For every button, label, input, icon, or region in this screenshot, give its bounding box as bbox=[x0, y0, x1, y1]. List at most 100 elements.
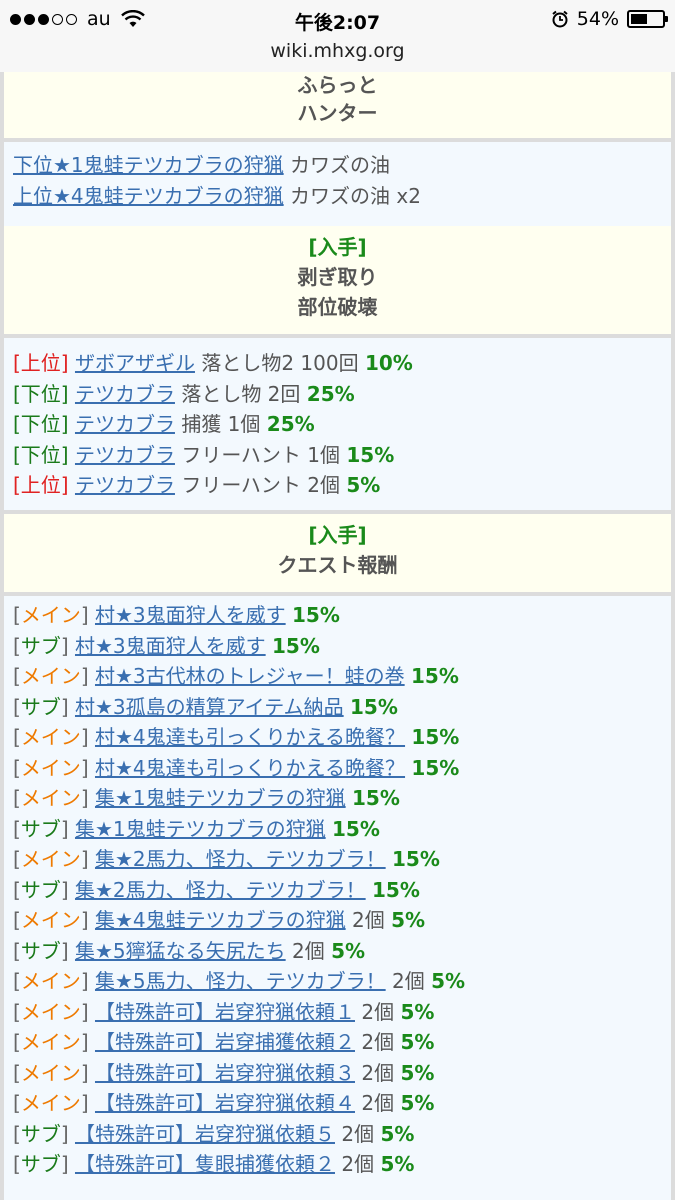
reward-row: [メイン] 集★1鬼蛙テツカブラの狩猟 15% bbox=[13, 783, 671, 814]
reward-count: 2個 bbox=[341, 1152, 375, 1176]
bracket: ] bbox=[60, 816, 69, 841]
bracket: [ bbox=[13, 1152, 21, 1176]
bracket: [ bbox=[13, 877, 21, 902]
quest-link[interactable]: 集★2馬力、怪力、テツカブラ！ bbox=[75, 878, 366, 902]
bracket: [ bbox=[13, 908, 21, 932]
url-bar[interactable]: wiki.mhxg.org bbox=[0, 38, 675, 72]
quest-link[interactable]: 集★4鬼蛙テツカブラの狩猟 bbox=[95, 908, 346, 932]
drop-row: [上位] ザボアザギル 落とし物2 100回 10% bbox=[13, 348, 671, 379]
bracket: [ bbox=[13, 755, 21, 780]
monster-link[interactable]: テツカブラ bbox=[75, 473, 175, 497]
reward-rate: 15% bbox=[352, 786, 400, 810]
reward-rate: 5% bbox=[331, 938, 366, 963]
monster-link[interactable]: ザボアザギル bbox=[75, 351, 195, 375]
bracket: [ bbox=[13, 1060, 21, 1085]
quest-link[interactable]: 村★4鬼達も引っくりかえる晩餐？ bbox=[95, 725, 405, 749]
bracket: ] bbox=[80, 999, 89, 1024]
item-text: カワズの油 x2 bbox=[290, 183, 421, 208]
reward-row: [メイン] 村★4鬼達も引っくりかえる晩餐？ 15% bbox=[13, 753, 671, 784]
monster-link[interactable]: テツカブラ bbox=[75, 382, 175, 406]
reward-rate: 15% bbox=[332, 816, 380, 841]
monster-link[interactable]: テツカブラ bbox=[75, 443, 175, 467]
bracket: [ bbox=[13, 999, 21, 1024]
reward-row: [メイン] 【特殊許可】岩穿狩猟依頼３ 2個 5% bbox=[13, 1058, 671, 1089]
drop-row: [下位] テツカブラ 落とし物 2回 25% bbox=[13, 379, 671, 410]
rank-tag: [下位] bbox=[13, 412, 69, 436]
quest-link[interactable]: 村★3鬼面狩人を威す bbox=[75, 634, 266, 658]
header-tag: [入手] bbox=[308, 235, 367, 259]
header-line: 部位破壊 bbox=[297, 295, 378, 319]
rank-tag: [上位] bbox=[13, 473, 69, 497]
reward-row: [サブ] 【特殊許可】隻眼捕獲依頼２ 2個 5% bbox=[13, 1149, 671, 1180]
bracket: ] bbox=[80, 664, 89, 688]
quest-link[interactable]: 【特殊許可】岩穿狩猟依頼４ bbox=[95, 1091, 355, 1115]
reward-type: メイン bbox=[20, 1091, 81, 1115]
drop-method: フリーハント 1個 bbox=[181, 442, 341, 467]
reward-rate: 15% bbox=[350, 694, 398, 719]
bracket: [ bbox=[13, 1121, 21, 1146]
list-item: 上位★4鬼蛙テツカブラの狩猟 カワズの油 x2 bbox=[13, 181, 671, 212]
reward-count: 2個 bbox=[392, 969, 425, 993]
reward-row: [メイン] 【特殊許可】岩穿狩猟依頼４ 2個 5% bbox=[13, 1088, 671, 1119]
quest-link[interactable]: 上位★4鬼蛙テツカブラの狩猟 bbox=[13, 184, 284, 208]
reward-rate: 15% bbox=[411, 664, 459, 688]
reward-type: メイン bbox=[20, 847, 81, 871]
reward-row: [サブ] 集★1鬼蛙テツカブラの狩猟 15% bbox=[13, 814, 671, 845]
reward-row: [メイン] 【特殊許可】岩穿狩猟依頼１ 2個 5% bbox=[13, 997, 671, 1028]
quest-link[interactable]: 村★3孤島の精算アイテム納品 bbox=[75, 695, 344, 719]
reward-type: メイン bbox=[20, 786, 81, 810]
bracket: [ bbox=[13, 694, 21, 719]
reward-rate: 15% bbox=[411, 725, 460, 749]
reward-count: 2個 bbox=[292, 938, 325, 963]
header-line: 剥ぎ取り bbox=[297, 265, 378, 289]
reward-row: [メイン] 集★5馬力、怪力、テツカブラ！ 2個 5% bbox=[13, 966, 671, 997]
quest-link[interactable]: 村★3鬼面狩人を威す bbox=[95, 603, 286, 627]
reward-count: 2個 bbox=[361, 1091, 395, 1115]
bracket: ] bbox=[60, 1121, 69, 1146]
monster-link[interactable]: テツカブラ bbox=[75, 412, 175, 436]
rank-tag: [上位] bbox=[13, 351, 69, 375]
reward-type: サブ bbox=[20, 694, 61, 719]
quest-link[interactable]: 集★1鬼蛙テツカブラの狩猟 bbox=[95, 786, 346, 810]
bracket: ] bbox=[60, 938, 69, 963]
bracket: ] bbox=[80, 969, 89, 993]
bracket: ] bbox=[80, 1091, 89, 1115]
bracket: [ bbox=[13, 1091, 21, 1115]
reward-row: [メイン] 村★4鬼達も引っくりかえる晩餐？ 15% bbox=[13, 722, 671, 753]
bracket: ] bbox=[60, 633, 69, 658]
drop-rate: 15% bbox=[346, 442, 395, 467]
section-header-harvest: [入手] 剥ぎ取り 部位破壊 bbox=[4, 226, 671, 334]
reward-row: [サブ] 村★3孤島の精算アイテム納品 15% bbox=[13, 692, 671, 723]
quest-link[interactable]: 【特殊許可】岩穿狩猟依頼３ bbox=[95, 1061, 355, 1085]
quest-link[interactable]: 【特殊許可】岩穿狩猟依頼１ bbox=[95, 1000, 355, 1024]
section-header-quest-reward: [入手] クエスト報酬 bbox=[4, 514, 671, 592]
reward-type: メイン bbox=[20, 969, 81, 993]
quest-link[interactable]: 村★4鬼達も引っくりかえる晩餐？ bbox=[95, 756, 405, 780]
quest-link[interactable]: 【特殊許可】岩穿狩猟依頼５ bbox=[75, 1122, 335, 1146]
reward-rate: 5% bbox=[400, 1091, 435, 1115]
reward-count: 2個 bbox=[361, 1060, 395, 1085]
battery-icon bbox=[627, 10, 668, 28]
reward-count: 2個 bbox=[352, 908, 385, 932]
reward-rate: 5% bbox=[380, 1121, 415, 1146]
quest-link[interactable]: 下位★1鬼蛙テツカブラの狩猟 bbox=[13, 153, 284, 177]
drop-rate: 10% bbox=[364, 351, 413, 375]
reward-rate: 5% bbox=[400, 1060, 435, 1085]
list-item: 下位★1鬼蛙テツカブラの狩猟 カワズの油 bbox=[13, 150, 671, 181]
quest-link[interactable]: 集★1鬼蛙テツカブラの狩猟 bbox=[75, 817, 326, 841]
reward-rate: 15% bbox=[372, 877, 420, 902]
bracket: [ bbox=[13, 786, 21, 810]
quest-link[interactable]: 集★2馬力、怪力、テツカブラ！ bbox=[95, 847, 386, 871]
reward-type: サブ bbox=[20, 633, 61, 658]
quest-link[interactable]: 集★5獰猛なる矢尻たち bbox=[75, 939, 286, 963]
quest-link[interactable]: 村★3古代林のトレジャー！蛙の巻 bbox=[95, 664, 405, 688]
quest-link[interactable]: 集★5馬力、怪力、テツカブラ！ bbox=[95, 969, 386, 993]
quest-link[interactable]: 【特殊許可】岩穿捕獲依頼２ bbox=[95, 1030, 355, 1054]
bracket: ] bbox=[80, 603, 89, 627]
reward-type: サブ bbox=[20, 1121, 61, 1146]
drop-method: 落とし物2 100回 bbox=[201, 351, 359, 375]
battery-percent: 54% bbox=[576, 8, 619, 30]
wiki-content: ふらっと ハンター 下位★1鬼蛙テツカブラの狩猟 カワズの油 上位★4鬼蛙テツカ… bbox=[0, 72, 675, 1200]
quest-link[interactable]: 【特殊許可】隻眼捕獲依頼２ bbox=[75, 1152, 335, 1176]
section-header-furatto: ふらっと ハンター bbox=[4, 72, 671, 138]
